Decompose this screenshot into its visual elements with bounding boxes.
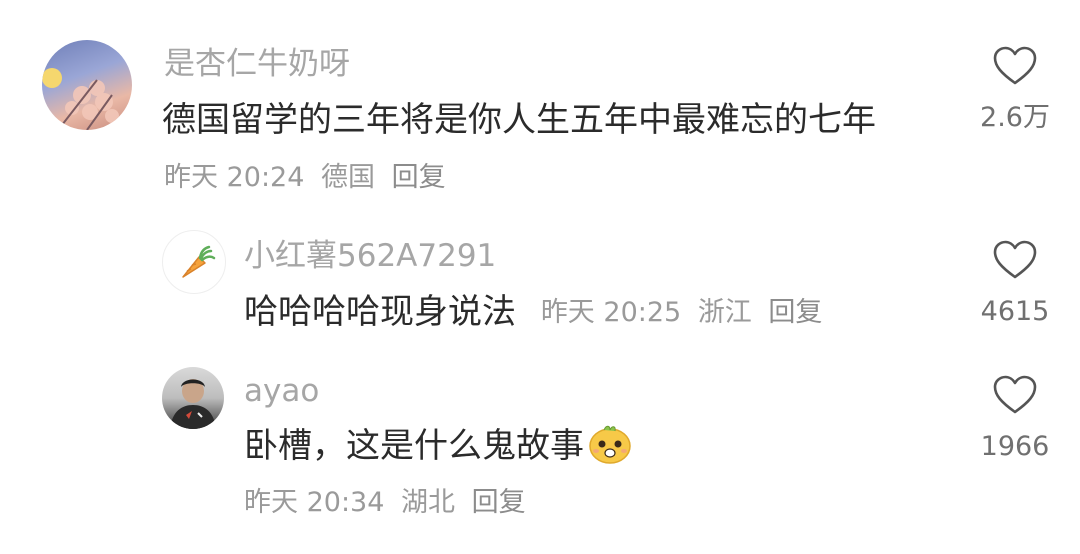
reply-text-line: 卧槽，这是什么鬼故事 bbox=[244, 423, 632, 476]
reply-text: 哈哈哈哈现身说法 bbox=[244, 292, 516, 332]
reply-meta: 昨天 20:34 湖北 回复 bbox=[244, 485, 534, 521]
like-button[interactable]: 4615 bbox=[960, 240, 1070, 330]
like-count: 4615 bbox=[980, 296, 1050, 327]
carrot-icon bbox=[182, 245, 216, 278]
reply-time: 昨天 20:25 bbox=[540, 297, 682, 328]
avatar[interactable] bbox=[162, 230, 226, 294]
heart-icon bbox=[993, 240, 1037, 279]
reply-time: 昨天 20:34 bbox=[244, 487, 385, 518]
reply-text: 卧槽，这是什么鬼故事 bbox=[244, 426, 584, 466]
reply-button[interactable]: 回复 bbox=[768, 297, 822, 328]
heart-icon bbox=[993, 375, 1037, 414]
reply-button[interactable]: 回复 bbox=[392, 162, 446, 193]
reply-location: 浙江 bbox=[697, 297, 752, 328]
comment-username[interactable]: 是杏仁牛奶呀 bbox=[164, 44, 350, 84]
reply-location: 湖北 bbox=[401, 487, 455, 518]
comment-text: 德国留学的三年将是你人生五年中最难忘的七年 bbox=[162, 100, 876, 140]
like-count: 1966 bbox=[980, 431, 1050, 462]
avatar[interactable] bbox=[42, 40, 132, 130]
reply-item: ayao 卧槽，这是什么鬼故事 昨天 20:34 湖北 回复 1966 bbox=[0, 355, 1080, 545]
reply-username[interactable]: ayao bbox=[244, 371, 319, 411]
like-count: 2.6万 bbox=[980, 102, 1050, 133]
reply-button[interactable]: 回复 bbox=[472, 487, 526, 518]
comment-item: 是杏仁牛奶呀 德国留学的三年将是你人生五年中最难忘的七年 昨天 20:24 德国… bbox=[0, 0, 1080, 200]
heart-icon bbox=[993, 46, 1037, 85]
comment-location: 德国 bbox=[321, 162, 375, 193]
like-button[interactable]: 1966 bbox=[960, 375, 1070, 465]
reply-meta: 昨天 20:25 浙江 回复 bbox=[541, 295, 831, 331]
avatar[interactable] bbox=[162, 367, 224, 429]
comment-meta: 昨天 20:24 德国 回复 bbox=[164, 160, 454, 196]
avatar-person-photo-icon bbox=[170, 379, 216, 429]
reply-text-line: 哈哈哈哈现身说法 昨天 20:25 浙江 回复 bbox=[244, 290, 830, 334]
reply-username[interactable]: 小红薯562A7291 bbox=[244, 236, 496, 276]
avatar-sunset-blossoms-icon bbox=[42, 68, 119, 130]
reply-item: 小红薯562A7291 哈哈哈哈现身说法 昨天 20:25 浙江 回复 4615 bbox=[0, 220, 1080, 350]
like-button[interactable]: 2.6万 bbox=[960, 46, 1070, 136]
surprised-chick-emoji-icon bbox=[588, 423, 632, 476]
comment-time: 昨天 20:24 bbox=[164, 162, 305, 193]
